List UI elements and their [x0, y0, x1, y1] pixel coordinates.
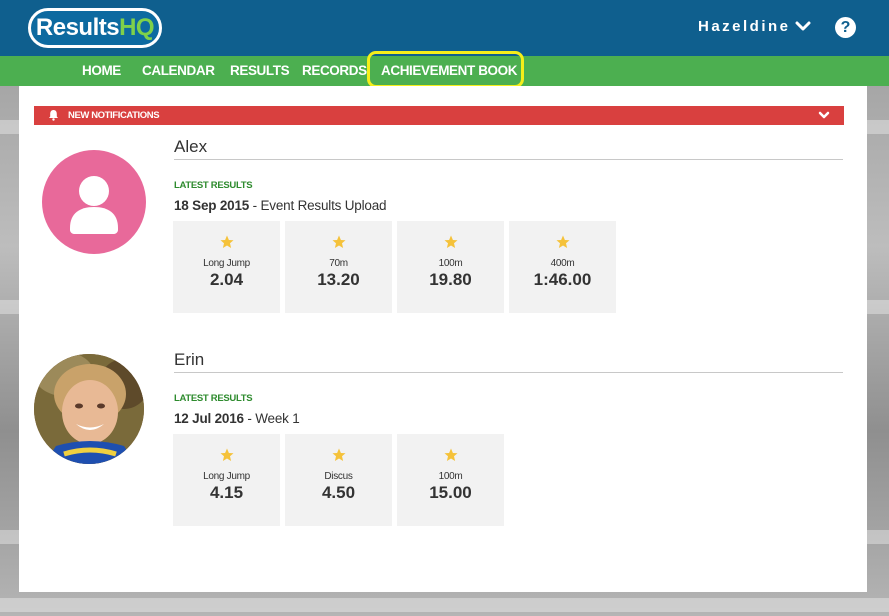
result-card[interactable]: Long Jump 4.15 [173, 434, 280, 526]
meet-date: 18 Sep 2015 [174, 198, 250, 213]
result-value: 4.50 [321, 483, 356, 502]
star-icon [220, 448, 234, 461]
result-event: Long Jump [203, 258, 250, 269]
resultshq-logo[interactable]: Results HQ [28, 8, 162, 48]
star-icon [444, 235, 458, 248]
nav-item-home[interactable]: HOME [82, 56, 121, 86]
latest-results-label: LATEST RESULTS [174, 393, 253, 404]
latest-results-label: LATEST RESULTS [174, 180, 253, 191]
star-icon [332, 448, 346, 461]
result-card[interactable]: 100m 15.00 [397, 434, 504, 526]
logo-text-main: Results [35, 14, 120, 41]
user-menu[interactable]: Hazeldine [698, 16, 811, 36]
help-button[interactable]: ? [835, 17, 856, 38]
notifications-bar[interactable]: NEW NOTIFICATIONS [34, 106, 844, 125]
star-icon [332, 235, 346, 248]
avatar-erin[interactable] [34, 354, 144, 464]
nav-item-records[interactable]: RECORDS [302, 56, 367, 86]
result-card[interactable]: Discus 4.50 [285, 434, 392, 526]
background-stripe [0, 598, 889, 612]
logo-text-accent: HQ [119, 14, 155, 41]
chevron-down-icon [795, 21, 811, 31]
top-header: Results HQ Hazeldine ? [0, 0, 889, 56]
result-card[interactable]: Long Jump 2.04 [173, 221, 280, 313]
result-event: 100m [438, 258, 463, 269]
name-divider [174, 372, 843, 373]
result-value: 1:46.00 [533, 270, 592, 289]
meet-title: - Week 1 [243, 411, 300, 426]
result-value: 4.15 [209, 483, 244, 502]
meet-title: - Event Results Upload [249, 198, 387, 213]
latest-results-meet: 12 Jul 2016 - Week 1 [174, 411, 300, 426]
result-event: 100m [438, 471, 463, 482]
meet-date: 12 Jul 2016 [174, 411, 244, 426]
chevron-down-icon[interactable] [818, 109, 830, 121]
result-value: 2.04 [209, 270, 244, 289]
result-value: 19.80 [429, 270, 472, 289]
nav-item-calendar[interactable]: CALENDAR [142, 56, 215, 86]
help-icon: ? [840, 18, 851, 36]
result-event: 400m [550, 258, 575, 269]
nav-highlight-outline [367, 51, 524, 88]
result-card[interactable]: 100m 19.80 [397, 221, 504, 313]
star-icon [444, 448, 458, 461]
star-icon [556, 235, 570, 248]
result-event: Long Jump [203, 471, 250, 482]
athlete-name[interactable]: Alex [174, 137, 207, 157]
bell-icon [49, 110, 58, 121]
person-icon [70, 176, 118, 234]
result-value: 15.00 [429, 483, 472, 502]
result-event: 70m [329, 258, 348, 269]
notifications-label: NEW NOTIFICATIONS [68, 110, 160, 121]
user-name: Hazeldine [698, 17, 791, 35]
nav-item-results[interactable]: RESULTS [230, 56, 290, 86]
result-value: 13.20 [317, 270, 360, 289]
athlete-name[interactable]: Erin [174, 350, 204, 370]
result-card[interactable]: 70m 13.20 [285, 221, 392, 313]
star-icon [220, 235, 234, 248]
name-divider [174, 159, 843, 160]
latest-results-meet: 18 Sep 2015 - Event Results Upload [174, 198, 387, 213]
avatar-alex[interactable] [42, 150, 146, 254]
result-event: Discus [324, 471, 353, 482]
result-card[interactable]: 400m 1:46.00 [509, 221, 616, 313]
profile-photo [34, 354, 144, 464]
